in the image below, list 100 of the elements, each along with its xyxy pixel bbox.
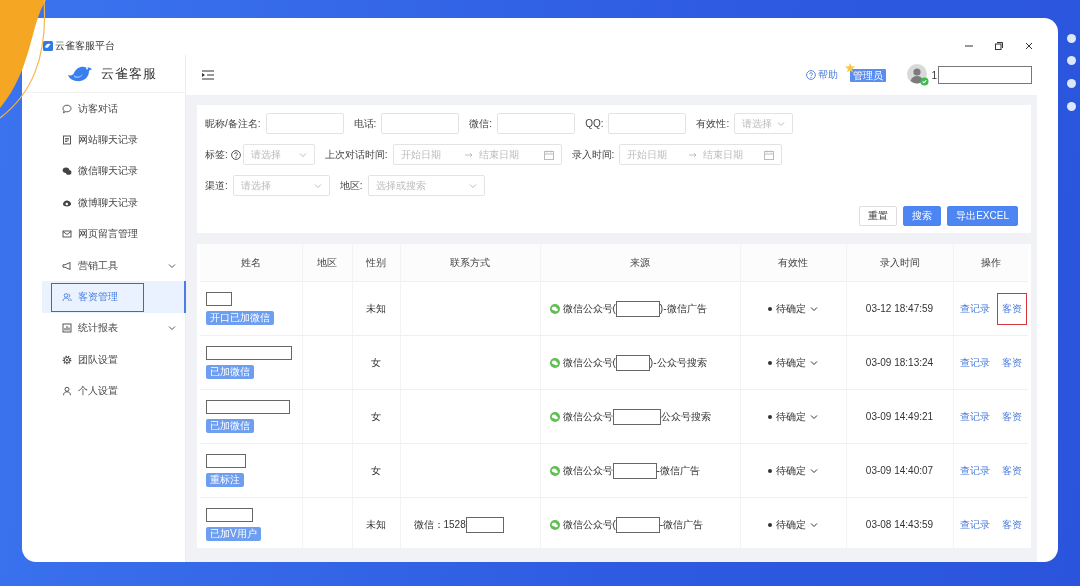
status-dropdown[interactable]: 待确定 xyxy=(768,301,818,316)
dot-icon xyxy=(768,360,772,365)
table-cell: 女 xyxy=(352,443,400,498)
dot-icon xyxy=(768,414,772,419)
speech-bubbles-icon xyxy=(549,519,560,530)
field-label: 有效性: xyxy=(696,116,730,131)
calendar-icon xyxy=(543,149,554,160)
dot-icon xyxy=(768,306,772,311)
speech-bubbles-icon xyxy=(549,465,560,476)
column-header: 录入时间 xyxy=(846,244,953,282)
dot-icon xyxy=(1067,79,1076,88)
field-label: 微信: xyxy=(469,116,493,131)
source-text: 微信公众号( xyxy=(562,517,616,532)
bar-chart-icon xyxy=(62,323,72,334)
table-cell: 03-09 18:13:24 xyxy=(846,335,953,390)
column-header: 操作 xyxy=(953,244,1028,282)
input-field[interactable] xyxy=(265,113,344,134)
chevron-down-icon xyxy=(468,182,477,189)
sidebar-item[interactable]: 个人设置 xyxy=(42,375,186,407)
field-label: 录入时间: xyxy=(571,147,615,162)
action-link[interactable]: 客资 xyxy=(1001,517,1022,532)
source-text: )-微信广告 xyxy=(659,301,707,316)
dot-icon xyxy=(1067,34,1076,43)
eye-icon xyxy=(62,197,72,208)
status-dropdown[interactable]: 待确定 xyxy=(768,355,818,370)
action-link[interactable]: 查记录 xyxy=(959,517,990,532)
field-label: QQ: xyxy=(585,118,604,129)
dot-icon xyxy=(1067,102,1076,111)
tag-label: 开口已加微信 xyxy=(206,311,274,325)
status-dropdown[interactable]: 待确定 xyxy=(768,517,818,532)
column-header: 来源 xyxy=(540,244,740,282)
source-text: -微信广告 xyxy=(659,517,704,532)
status-dropdown[interactable]: 待确定 xyxy=(768,463,818,478)
sidebar-item[interactable]: 访客对话 xyxy=(42,93,186,125)
bird-logo-icon xyxy=(43,40,53,51)
action-link[interactable]: 查记录 xyxy=(959,463,990,478)
sidebar-item[interactable]: 客资管理 xyxy=(42,281,186,313)
chevron-down-icon xyxy=(810,521,818,528)
help-link[interactable]: 帮助 xyxy=(806,68,839,82)
chevron-down-icon xyxy=(313,182,322,189)
arrow-icon xyxy=(688,151,697,158)
table-cell: 女 xyxy=(352,389,400,444)
sidebar-item[interactable]: 网页留言管理 xyxy=(42,218,186,250)
column-header: 联系方式 xyxy=(400,244,540,282)
dot-icon xyxy=(768,468,772,473)
speech-bubbles-icon xyxy=(549,303,560,314)
tag-label: 已加V用户 xyxy=(206,527,261,541)
table-cell: 03-08 14:43:59 xyxy=(846,497,953,548)
sidebar-item[interactable]: 微博聊天记录 xyxy=(42,187,186,219)
menu-fold-icon[interactable] xyxy=(202,70,214,80)
table-cell: 女 xyxy=(352,335,400,390)
field-label: 标签: xyxy=(205,147,228,162)
table-cell: 03-12 18:47:59 xyxy=(846,281,953,336)
chevron-down-icon xyxy=(298,151,307,158)
action-link[interactable]: 查记录 xyxy=(959,301,990,316)
source-text: 微信公众号( xyxy=(562,301,616,316)
calendar-icon xyxy=(764,149,775,160)
sidebar-item[interactable]: 网站聊天记录 xyxy=(42,124,186,156)
star-icon xyxy=(845,62,856,73)
table-cell: 03-09 14:40:07 xyxy=(846,443,953,498)
chevron-down-icon xyxy=(810,305,818,312)
search-button[interactable]: 搜索 xyxy=(903,206,942,226)
chat-bubble-icon xyxy=(62,103,72,114)
action-link[interactable]: 查记录 xyxy=(959,355,990,370)
export-button[interactable]: 导出EXCEL xyxy=(947,206,1018,226)
source-text: )-公众号搜索 xyxy=(649,355,707,370)
action-link[interactable]: 客资 xyxy=(1001,463,1022,478)
megaphone-icon xyxy=(62,260,72,271)
action-link[interactable]: 客资 xyxy=(1001,302,1022,314)
speech-bubbles-icon xyxy=(62,166,72,177)
sidebar-item[interactable]: 营销工具 xyxy=(42,249,186,282)
source-text: 微信公众号 xyxy=(562,409,613,424)
version-badge: 管理员 xyxy=(850,68,887,82)
avatar-icon[interactable] xyxy=(907,64,930,86)
action-link[interactable]: 客资 xyxy=(1001,355,1022,370)
sidebar-item[interactable]: 统计报表 xyxy=(42,312,186,345)
input-field[interactable] xyxy=(608,113,687,134)
column-header: 姓名 xyxy=(200,244,302,282)
table-cell: 03-09 14:49:21 xyxy=(846,389,953,444)
column-header: 有效性 xyxy=(740,244,846,282)
field-label: 昵称/备注名: xyxy=(205,116,261,131)
input-field[interactable] xyxy=(497,113,576,134)
chevron-down-icon xyxy=(777,120,786,127)
person-icon xyxy=(62,386,72,397)
close-icon[interactable] xyxy=(1024,40,1034,51)
sidebar-item[interactable]: 团队设置 xyxy=(42,344,186,376)
chevron-down-icon xyxy=(810,359,818,366)
restore-icon[interactable] xyxy=(994,40,1004,51)
source-text: 微信公众号 xyxy=(562,463,613,478)
action-link[interactable]: 客资 xyxy=(1001,409,1022,424)
column-header: 性别 xyxy=(352,244,400,282)
field-label: 地区: xyxy=(339,178,363,193)
action-link[interactable]: 查记录 xyxy=(959,409,990,424)
status-dropdown[interactable]: 待确定 xyxy=(768,409,818,424)
help-icon xyxy=(806,70,817,80)
input-field[interactable] xyxy=(381,113,460,134)
sidebar-item[interactable]: 微信聊天记录 xyxy=(42,155,186,188)
document-icon xyxy=(62,135,72,146)
reset-button[interactable]: 重置 xyxy=(859,206,898,226)
speech-bubbles-icon xyxy=(549,411,560,422)
